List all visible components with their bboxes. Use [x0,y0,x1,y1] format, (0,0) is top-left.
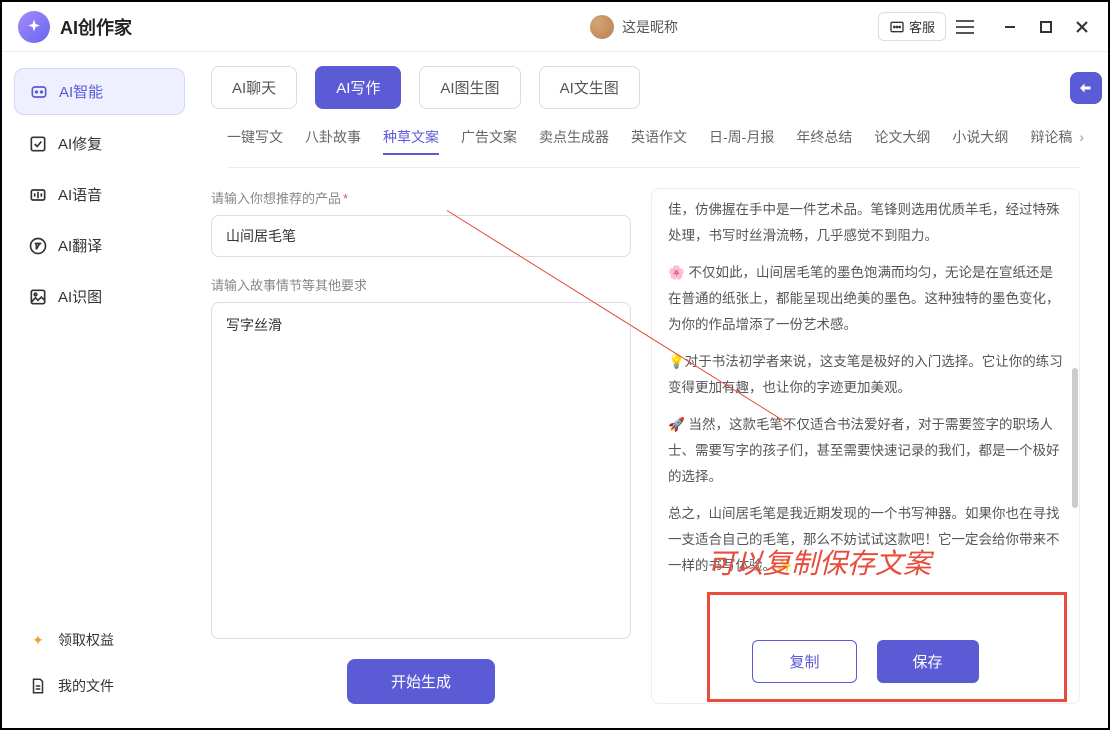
back-button[interactable] [1070,72,1102,104]
output-paragraph: 🌸 不仅如此，山间居毛笔的墨色饱满而均匀，无论是在宣纸还是在普通的纸张上，都能呈… [668,260,1063,337]
sidebar-item-label: AI智能 [59,81,103,102]
subtab-report[interactable]: 日-周-月报 [709,127,774,155]
output-paragraph: 总之，山间居毛笔是我近期发现的一个书写神器。如果你也在寻找一支适合自己的毛笔，那… [668,501,1063,578]
subtab-onekey[interactable]: 一键写文 [227,127,283,155]
sidebar-item-ai-repair[interactable]: AI修复 [14,121,185,166]
close-button[interactable] [1072,17,1092,37]
save-button[interactable]: 保存 [877,640,979,683]
translate-icon [28,236,48,256]
maximize-button[interactable] [1036,17,1056,37]
subtab-seeding[interactable]: 种草文案 [383,127,439,155]
app-logo [18,11,50,43]
image-icon [28,287,48,307]
tab-ai-img2img[interactable]: AI图生图 [419,66,520,109]
copy-button[interactable]: 复制 [752,640,856,683]
voice-icon [28,185,48,205]
file-icon [28,676,48,696]
sub-tabs: 一键写文 八卦故事 种草文案 广告文案 卖点生成器 英语作文 日-周-月报 年终… [227,119,1080,168]
sidebar-item-label: 领取权益 [58,630,114,650]
chevron-right-icon[interactable]: › [1079,129,1084,145]
nickname-text: 这是昵称 [622,17,678,37]
output-paragraph: 佳，仿佛握在手中是一件艺术品。笔锋则选用优质羊毛，经过特殊处理，书写时丝滑流畅，… [668,197,1063,248]
generate-button[interactable]: 开始生成 [347,659,495,704]
minimize-button[interactable] [1000,17,1020,37]
sidebar-item-label: AI语音 [58,184,102,205]
user-nickname[interactable]: 这是昵称 [590,15,678,39]
sidebar-item-ai-image[interactable]: AI识图 [14,274,185,319]
sidebar-item-files[interactable]: 我的文件 [14,666,185,706]
sidebar: AI智能 AI修复 AI语音 AI翻译 AI识图 ✦ 领取权益 [2,52,197,728]
app-title: AI创作家 [60,14,132,40]
gift-icon: ✦ [28,630,48,650]
sidebar-item-label: AI翻译 [58,235,102,256]
sidebar-item-benefits[interactable]: ✦ 领取权益 [14,620,185,660]
sidebar-item-label: AI修复 [58,133,102,154]
sidebar-item-ai-translate[interactable]: AI翻译 [14,223,185,268]
customer-service-button[interactable]: 客服 [878,12,946,41]
subtab-gossip[interactable]: 八卦故事 [305,127,361,155]
detail-label: 请输入故事情节等其他要求 [211,275,631,294]
tab-ai-write[interactable]: AI写作 [315,66,401,109]
sidebar-item-ai-voice[interactable]: AI语音 [14,172,185,217]
product-label: 请输入你想推荐的产品* [211,188,631,207]
avatar [590,15,614,39]
detail-textarea[interactable] [211,302,631,639]
subtab-yearend[interactable]: 年终总结 [796,127,852,155]
sidebar-item-ai-smart[interactable]: AI智能 [14,68,185,115]
top-tabs: AI聊天 AI写作 AI图生图 AI文生图 [211,66,1096,109]
subtab-selling[interactable]: 卖点生成器 [539,127,609,155]
subtab-english[interactable]: 英语作文 [631,127,687,155]
subtab-ad[interactable]: 广告文案 [461,127,517,155]
tab-ai-chat[interactable]: AI聊天 [211,66,297,109]
sparkle-icon [29,82,49,102]
output-panel: 佳，仿佛握在手中是一件艺术品。笔锋则选用优质羊毛，经过特殊处理，书写时丝滑流畅，… [651,188,1080,704]
subtab-debate[interactable]: 辩论稿 [1030,127,1072,155]
product-input[interactable] [211,215,631,257]
scrollbar[interactable] [1072,368,1078,508]
sidebar-item-label: AI识图 [58,286,102,307]
subtab-novel[interactable]: 小说大纲 [952,127,1008,155]
menu-icon[interactable] [956,15,980,39]
sidebar-item-label: 我的文件 [58,676,114,696]
output-text: 佳，仿佛握在手中是一件艺术品。笔锋则选用优质羊毛，经过特殊处理，书写时丝滑流畅，… [652,189,1079,616]
tab-ai-txt2img[interactable]: AI文生图 [539,66,640,109]
wand-icon [28,134,48,154]
output-paragraph: 🚀 当然，这款毛笔不仅适合书法爱好者，对于需要签字的职场人士、需要写字的孩子们，… [668,412,1063,489]
output-paragraph: 💡对于书法初学者来说，这支笔是极好的入门选择。它让你的练习变得更加有趣，也让你的… [668,349,1063,400]
subtab-thesis[interactable]: 论文大纲 [874,127,930,155]
